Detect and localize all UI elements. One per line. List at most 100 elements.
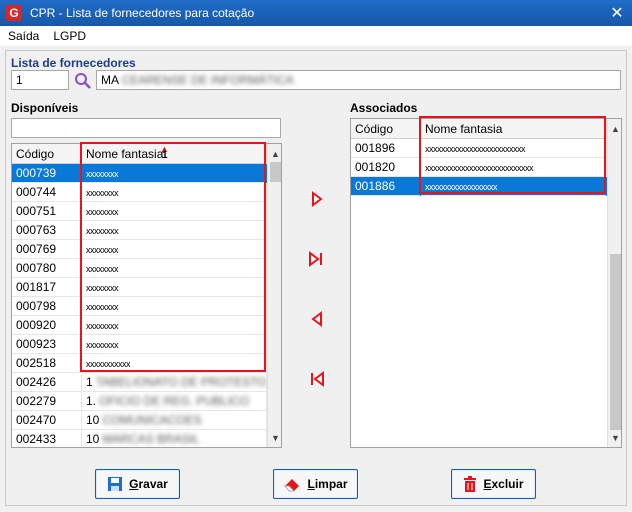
scroll-thumb[interactable] — [610, 254, 621, 430]
table-row[interactable]: 000780 xxxxxxxx — [12, 259, 281, 278]
disponiveis-filter-input[interactable] — [11, 118, 281, 138]
lista-label: Lista de fornecedores — [11, 56, 136, 70]
cell-nome-fantasia: xxxxxxxx — [82, 240, 267, 259]
table-row[interactable]: 002518 xxxxxxxxxxx — [12, 354, 281, 373]
cell-nome-fantasia: xxxxxxxxxxx — [82, 354, 267, 373]
scroll-down-icon[interactable]: ▼ — [268, 430, 281, 445]
excluir-label: Excluir — [483, 477, 524, 491]
disponiveis-grid-header: Código Nome fantasia ▲ 1 — [12, 144, 281, 164]
title-bar: G CPR - Lista de fornecedores para cotaç… — [0, 0, 632, 26]
col-header-nome-fantasia[interactable]: Nome fantasia ▲ 1 — [82, 144, 267, 164]
cell-nome-fantasia: xxxxxxxx — [82, 259, 267, 278]
cell-name-text: xxxxxxxx — [86, 283, 119, 293]
cell-codigo: 000751 — [12, 202, 82, 221]
move-left-icon[interactable] — [306, 308, 328, 330]
limpar-button[interactable]: Limpar — [273, 469, 358, 499]
cell-name-blurred: TABELIONATO DE PROTESTO — [95, 375, 267, 389]
menu-lgpd[interactable]: LGPD — [53, 29, 86, 43]
table-row[interactable]: 001896 xxxxxxxxxxxxxxxxxxxxxxxxx — [351, 139, 621, 158]
table-row[interactable]: 000751 xxxxxxxx — [12, 202, 281, 221]
col-header-nome-fantasia[interactable]: Nome fantasia — [421, 119, 607, 139]
table-row[interactable]: 002279 1. OFICIO DE REG. PUBLICO — [12, 392, 281, 411]
lista-name-field[interactable]: MA CEARENSE DE INFORMÁTICA — [96, 70, 621, 90]
col-header-codigo[interactable]: Código — [351, 119, 421, 139]
scroll-up-icon[interactable]: ▲ — [608, 121, 621, 136]
trash-icon — [463, 476, 477, 492]
table-row[interactable]: 002433 10 MARCAS BRASIL — [12, 430, 281, 447]
table-row[interactable]: 000769 xxxxxxxx — [12, 240, 281, 259]
cell-codigo: 000769 — [12, 240, 82, 259]
cell-name-text: 10 — [86, 413, 100, 427]
cell-name-text: xxxxxxxx — [86, 207, 119, 217]
cell-codigo: 002433 — [12, 430, 82, 447]
cell-codigo: 002470 — [12, 411, 82, 430]
move-all-right-icon[interactable] — [306, 248, 328, 270]
cell-codigo: 000798 — [12, 297, 82, 316]
cell-name-text: xxxxxxxxxxx — [86, 359, 131, 369]
associados-scrollbar[interactable]: ▲ ▼ — [607, 119, 621, 447]
table-row[interactable]: 001817 xxxxxxxx — [12, 278, 281, 297]
cell-name-blurred: OFICIO DE REG. PUBLICO — [99, 394, 250, 408]
move-right-icon[interactable] — [306, 188, 328, 210]
gravar-button[interactable]: Gravar — [95, 469, 180, 499]
eraser-icon — [283, 476, 301, 492]
cell-nome-fantasia: 10 COMUNICACOES — [82, 411, 267, 430]
table-row[interactable]: 002426 1 TABELIONATO DE PROTESTO — [12, 373, 281, 392]
scroll-down-icon[interactable]: ▼ — [608, 430, 621, 445]
cell-nome-fantasia: 10 MARCAS BRASIL — [82, 430, 267, 447]
col-header-nome-label: Nome fantasia — [86, 147, 164, 161]
cell-codigo: 001817 — [12, 278, 82, 297]
cell-name-text: 1. — [86, 394, 97, 408]
table-row[interactable]: 000923 xxxxxxxx — [12, 335, 281, 354]
search-icon[interactable] — [74, 72, 92, 90]
associados-grid-header: Código Nome fantasia — [351, 119, 621, 139]
cell-codigo: 001896 — [351, 139, 421, 158]
disponiveis-scrollbar[interactable]: ▲ ▼ — [267, 144, 281, 447]
cell-codigo: 002518 — [12, 354, 82, 373]
cell-nome-fantasia: 1 TABELIONATO DE PROTESTO — [82, 373, 267, 392]
associados-label: Associados — [350, 101, 418, 115]
table-row[interactable]: 000739 xxxxxxxx — [12, 164, 281, 183]
table-row[interactable]: 001886 xxxxxxxxxxxxxxxxxx — [351, 177, 621, 196]
disponiveis-label: Disponíveis — [11, 101, 79, 115]
excluir-button[interactable]: Excluir — [451, 469, 536, 499]
scroll-up-icon[interactable]: ▲ — [268, 146, 281, 161]
table-row[interactable]: 002470 10 COMUNICACOES — [12, 411, 281, 430]
sort-index: 1 — [162, 150, 168, 161]
table-row[interactable]: 000763 xxxxxxxx — [12, 221, 281, 240]
col-header-codigo[interactable]: Código — [12, 144, 82, 164]
gravar-label: Gravar — [129, 477, 168, 491]
cell-codigo: 002279 — [12, 392, 82, 411]
table-row[interactable]: 000920 xxxxxxxx — [12, 316, 281, 335]
close-button[interactable]: ✕ — [602, 0, 632, 26]
cell-nome-fantasia: xxxxxxxx — [82, 221, 267, 240]
app-logo-icon: G — [6, 5, 22, 21]
lista-name-blurred: CEARENSE DE INFORMÁTICA — [121, 73, 294, 87]
cell-nome-fantasia: xxxxxxxxxxxxxxxxxxxxxxxxxxx — [421, 158, 607, 177]
scroll-thumb[interactable] — [270, 162, 281, 182]
cell-name-text: xxxxxxxx — [86, 169, 119, 179]
cell-codigo: 000923 — [12, 335, 82, 354]
cell-name-text: 10 — [86, 432, 100, 446]
table-row[interactable]: 001820 xxxxxxxxxxxxxxxxxxxxxxxxxxx — [351, 158, 621, 177]
cell-name-text: xxxxxxxx — [86, 302, 119, 312]
cell-codigo: 001820 — [351, 158, 421, 177]
cell-nome-fantasia: xxxxxxxx — [82, 183, 267, 202]
cell-nome-fantasia: xxxxxxxx — [82, 297, 267, 316]
cell-codigo: 000780 — [12, 259, 82, 278]
cell-nome-fantasia: xxxxxxxx — [82, 164, 267, 183]
cell-name-text: xxxxxxxx — [86, 321, 119, 331]
cell-name-blurred: MARCAS BRASIL — [102, 432, 200, 446]
disponiveis-grid[interactable]: Código Nome fantasia ▲ 1 000739 xxxxxxxx 0… — [11, 143, 282, 448]
cell-codigo: 001886 — [351, 177, 421, 196]
associados-grid[interactable]: Código Nome fantasia 001896 xxxxxxxxxxxxx… — [350, 118, 622, 448]
cell-codigo: 000920 — [12, 316, 82, 335]
table-row[interactable]: 000744 xxxxxxxx — [12, 183, 281, 202]
save-icon — [107, 476, 123, 492]
lista-code-field[interactable]: 1 — [11, 70, 69, 90]
cell-codigo: 000763 — [12, 221, 82, 240]
cell-nome-fantasia: xxxxxxxxxxxxxxxxxx — [421, 177, 607, 196]
move-all-left-icon[interactable] — [306, 368, 328, 390]
table-row[interactable]: 000798 xxxxxxxx — [12, 297, 281, 316]
menu-saida[interactable]: Saída — [8, 29, 39, 43]
